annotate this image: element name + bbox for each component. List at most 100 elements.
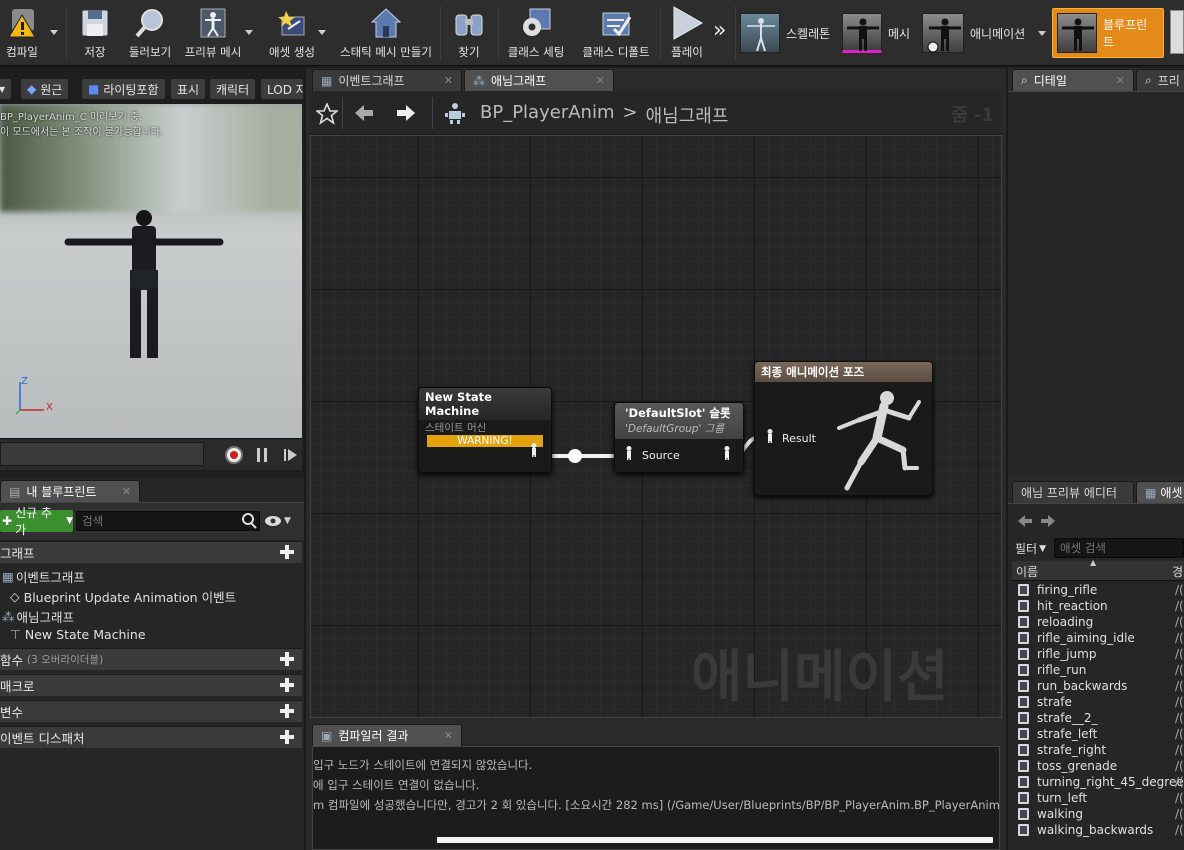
timeline-scrubber[interactable] <box>0 442 204 466</box>
section-event-dispatchers[interactable]: 이벤트 디스패처 <box>0 726 302 748</box>
step-forward-icon[interactable] <box>284 448 298 465</box>
toolbar-overflow-icon[interactable]: » <box>713 18 726 43</box>
slot-output-pin-icon[interactable] <box>723 446 731 460</box>
tab-preview-settings[interactable]: ⌕ 프리 <box>1136 69 1184 91</box>
breadcrumb-current[interactable]: 애님그래프 <box>646 102 729 128</box>
blueprint-search-input[interactable] <box>76 511 260 531</box>
filter-dropdown[interactable]: 필터 ▼ <box>1015 540 1046 557</box>
perspective-button[interactable]: ◆ 원근 <box>20 78 70 100</box>
viewport-options-chevron-icon[interactable]: ▾ <box>0 78 12 100</box>
lit-button[interactable]: ■ 라이팅포함 <box>81 78 166 100</box>
tab-anim-preview-editor[interactable]: 애님 프리뷰 에디터 <box>1012 481 1134 503</box>
asset-row[interactable]: hit_reaction /( <box>1018 598 1184 614</box>
find-button[interactable]: 찾기 <box>446 4 492 64</box>
close-icon[interactable]: ✕ <box>596 74 605 87</box>
asset-row[interactable]: rifle_jump /( <box>1018 646 1184 662</box>
mode-skeleton-button[interactable]: 스켈레톤 <box>740 9 830 57</box>
asset-row[interactable]: turning_right_45_degrees/( <box>1018 774 1184 790</box>
tree-item-anim-graph[interactable]: ⁂ 애님그래프 <box>2 607 74 626</box>
tab-asset-browser[interactable]: ▦ 애셋 <box>1136 481 1184 503</box>
close-icon[interactable]: ✕ <box>122 485 131 498</box>
result-input-pin-icon[interactable] <box>766 429 774 443</box>
tab-details[interactable]: ⌕ 디테일 ✕ <box>1012 69 1134 91</box>
back-arrow-icon[interactable] <box>1017 514 1033 528</box>
view-options-button[interactable]: ▼ <box>264 515 291 527</box>
save-button[interactable]: 저장 <box>72 4 118 64</box>
browse-button[interactable]: 둘러보기 <box>124 4 176 64</box>
tree-item-event-graph[interactable]: ▦ 이벤트그래프 <box>2 567 85 586</box>
character-button[interactable]: 캐릭터 <box>209 78 257 100</box>
graph-canvas[interactable]: New State Machine 스테이트 머신 WARNING! 'Defa… <box>310 135 1002 718</box>
show-button[interactable]: 표시 <box>170 78 207 100</box>
tab-compiler-results[interactable]: ▣ 컴파일러 결과 ✕ <box>312 724 462 746</box>
column-path[interactable]: 경 <box>1172 563 1183 580</box>
make-static-mesh-button[interactable]: 스태틱 메시 만들기 <box>336 4 436 64</box>
asset-search-input[interactable] <box>1054 538 1184 558</box>
add-variable-plus-icon[interactable] <box>280 704 294 718</box>
tab-event-graph[interactable]: ▦ 이벤트그래프 ✕ <box>312 69 462 91</box>
tab-anim-graph[interactable]: ⁂ 애님그래프 ✕ <box>464 69 614 91</box>
asset-row[interactable]: turn_left /( <box>1018 790 1184 806</box>
asset-row[interactable]: run_backwards /( <box>1018 678 1184 694</box>
add-dispatcher-plus-icon[interactable] <box>280 730 294 744</box>
class-settings-button[interactable]: 클래스 세팅 <box>504 4 568 64</box>
star-icon[interactable] <box>316 103 338 125</box>
asset-row[interactable]: walking_backwards /( <box>1018 822 1184 838</box>
pause-icon[interactable] <box>257 448 267 462</box>
section-functions[interactable]: 함수 (3 오버라이더블) <box>0 648 302 670</box>
class-defaults-button[interactable]: 클래스 디폴트 <box>578 4 654 64</box>
asset-row[interactable]: rifle_aiming_idle /( <box>1018 630 1184 646</box>
compiler-log: 입구 노드가 스테이트에 연결되지 않았습니다. 에 입구 스테이트 연결이 없… <box>312 746 1000 850</box>
forward-arrow-icon[interactable] <box>1040 514 1056 528</box>
asset-row[interactable]: strafe_right /( <box>1018 742 1184 758</box>
close-icon[interactable]: ✕ <box>1116 74 1125 87</box>
compile-options-chevron-icon[interactable] <box>50 30 58 35</box>
record-icon[interactable] <box>225 446 243 464</box>
asset-row[interactable]: walking /( <box>1018 806 1184 822</box>
lod-button[interactable]: LOD 자 <box>260 78 304 100</box>
back-arrow-icon[interactable] <box>354 103 374 123</box>
create-asset-chevron-icon[interactable] <box>318 30 326 35</box>
forward-arrow-icon[interactable] <box>396 103 416 123</box>
tree-item-bp-update[interactable]: ◇ Blueprint Update Animation 이벤트 <box>10 587 236 606</box>
play-button[interactable]: 플레이 <box>664 4 710 64</box>
node-state-machine[interactable]: New State Machine 스테이트 머신 WARNING! <box>418 387 552 473</box>
section-macros[interactable]: 매크로 <box>0 674 302 696</box>
node-default-slot[interactable]: 'DefaultSlot' 슬롯 'DefaultGroup' 그룹 Sourc… <box>614 402 744 473</box>
node-final-animation-pose[interactable]: 최종 애니메이션 포즈 Result <box>754 361 933 496</box>
add-macro-plus-icon[interactable] <box>280 678 294 692</box>
viewport-canvas[interactable]: BP_PlayerAnim_C 미리보기 중. 이 모드에서는 본 조작이 불가… <box>0 104 302 438</box>
section-variables[interactable]: 변수 <box>0 700 302 722</box>
section-graphs[interactable]: 그래프 <box>0 541 302 563</box>
pose-output-pin-icon[interactable] <box>530 443 538 457</box>
mode-animation-chevron-icon[interactable] <box>1038 31 1046 36</box>
mode-mesh-button[interactable]: 메시 <box>842 9 910 57</box>
add-function-plus-icon[interactable] <box>280 652 294 666</box>
asset-row[interactable]: strafe_left /( <box>1018 726 1184 742</box>
source-input-pin-icon[interactable] <box>625 446 633 460</box>
close-icon[interactable]: ✕ <box>444 729 453 742</box>
asset-row[interactable]: strafe /( <box>1018 694 1184 710</box>
close-icon[interactable]: ✕ <box>444 74 453 87</box>
mode-animation-button[interactable]: 애니메이션 <box>922 9 1025 57</box>
tree-item-state-machine[interactable]: ⊤ New State Machine <box>10 627 146 642</box>
asset-row[interactable]: firing_rifle /( <box>1018 582 1184 598</box>
search-icon[interactable] <box>240 512 258 533</box>
create-asset-button[interactable]: 애셋 생성 <box>262 4 322 64</box>
preview-mesh-button[interactable]: 프리뷰 메시 <box>182 4 244 64</box>
add-new-button[interactable]: ✚ 신규 추가 ▼ <box>0 506 73 537</box>
asset-row[interactable]: rifle_run /( <box>1018 662 1184 678</box>
mode-blueprint-button[interactable]: 블루프린트 <box>1052 8 1164 58</box>
horizontal-scrollbar[interactable] <box>437 837 993 843</box>
asset-row[interactable]: strafe__2_ /( <box>1018 710 1184 726</box>
preview-mesh-chevron-icon[interactable] <box>245 30 253 35</box>
mode-next-thumbnail[interactable] <box>1170 10 1184 54</box>
add-graph-plus-icon[interactable] <box>280 545 294 559</box>
compile-button[interactable]: 컴파일 <box>0 4 44 64</box>
create-asset-label: 애셋 생성 <box>269 45 315 59</box>
asset-row[interactable]: toss_grenade /( <box>1018 758 1184 774</box>
asset-row[interactable]: reloading /( <box>1018 614 1184 630</box>
tab-my-blueprint[interactable]: ▤ 내 블루프린트 ✕ <box>0 480 140 502</box>
column-name[interactable]: 이름 <box>1016 563 1038 580</box>
breadcrumb-root[interactable]: BP_PlayerAnim <box>480 102 614 128</box>
